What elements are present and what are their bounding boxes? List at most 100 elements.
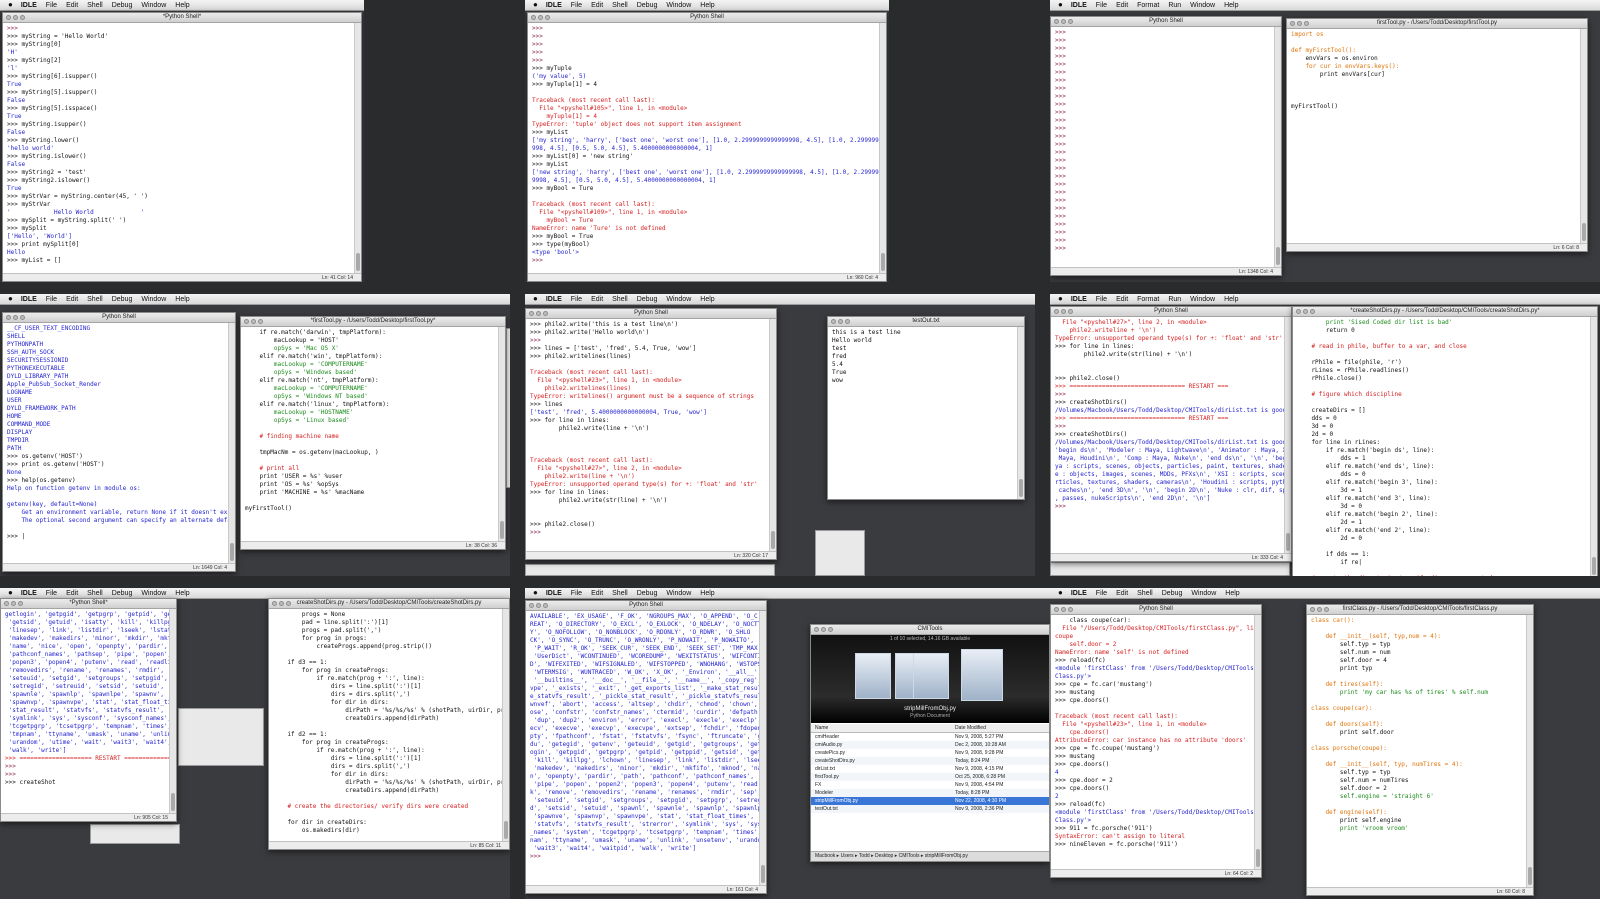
menu-app-name[interactable]: IDLE — [1071, 295, 1087, 304]
minimize-button[interactable] — [1317, 607, 1322, 612]
close-button[interactable] — [1054, 607, 1059, 612]
editor-text[interactable]: class coupe(car): File "/Users/Todd/Desk… — [1051, 615, 1261, 869]
close-button[interactable] — [6, 315, 11, 320]
file-row[interactable]: createShotDirs.py Today, 8:24 PM — [811, 757, 1049, 765]
scrollbar-thumb[interactable] — [504, 821, 508, 839]
scrollbar-thumb[interactable] — [1019, 479, 1023, 497]
editor-text[interactable]: >>> >>> >>> >>> >>> >>> >>> >>> >>> >>> … — [1051, 27, 1281, 267]
minimize-button[interactable] — [536, 603, 541, 608]
zoom-button[interactable] — [845, 319, 850, 324]
minimize-button[interactable] — [1061, 309, 1066, 314]
zoom-button[interactable] — [1068, 19, 1073, 24]
vertical-scrollbar[interactable] — [1254, 615, 1261, 869]
menu-item-window[interactable]: Window — [141, 1, 166, 10]
vertical-scrollbar[interactable] — [169, 609, 176, 813]
minimize-button[interactable] — [1303, 309, 1308, 314]
zoom-button[interactable] — [1068, 309, 1073, 314]
menu-item-help[interactable]: Help — [1224, 1, 1238, 10]
file-row[interactable]: firstTool.py Oct 25, 2008, 6:28 PM — [811, 773, 1049, 781]
editor-text[interactable]: class car(): def __init__(self, typ,num … — [1307, 615, 1533, 887]
menu-item-edit[interactable]: Edit — [591, 1, 603, 10]
zoom-button[interactable] — [543, 311, 548, 316]
menu-item-window[interactable]: Window — [1190, 295, 1215, 304]
menu-item-file[interactable]: File — [1096, 589, 1107, 598]
close-button[interactable] — [272, 601, 277, 606]
file-row[interactable]: dirList.txt Nov 9, 2008, 4:15 PM — [811, 765, 1049, 773]
zoom-button[interactable] — [20, 315, 25, 320]
apple-menu-icon[interactable]: ● — [533, 588, 538, 598]
menu-item-edit[interactable]: Edit — [1116, 589, 1128, 598]
file-row[interactable]: cmiAudio.py Dec 2, 2008, 10:28 AM — [811, 741, 1049, 749]
menu-item-debug[interactable]: Debug — [112, 295, 133, 304]
path-segment[interactable]: Todd — [859, 853, 870, 859]
scrollbar-thumb[interactable] — [1592, 557, 1596, 575]
menu-item-shell[interactable]: Shell — [1137, 589, 1153, 598]
file-row[interactable]: FX Nov 9, 2008, 4:54 PM — [811, 781, 1049, 789]
menu-item-edit[interactable]: Edit — [1116, 1, 1128, 10]
apple-menu-icon[interactable]: ● — [1058, 0, 1063, 10]
window-title-bar[interactable]: createShotDirs.py - /Users/Todd/Desktop/… — [269, 599, 509, 609]
editor-text[interactable]: >>> >>> >>> >>> >>> >>> myTuple ('my valu… — [528, 23, 886, 273]
document-thumbnail[interactable] — [913, 653, 949, 699]
menu-item-help[interactable]: Help — [700, 589, 714, 598]
menu-item-file[interactable]: File — [46, 295, 57, 304]
editor-text[interactable]: >>> >>> myString = 'Hello World' >>> mySt… — [3, 23, 361, 273]
window-title-bar[interactable]: Python Shell — [1051, 605, 1261, 615]
minimize-button[interactable] — [1061, 19, 1066, 24]
close-button[interactable] — [531, 15, 536, 20]
path-segment[interactable]: Macbook — [815, 853, 835, 859]
close-button[interactable] — [529, 603, 534, 608]
cover-flow-preview[interactable]: 1 of 10 selected, 14.16 GB available stri… — [811, 635, 1049, 723]
minimize-button[interactable] — [536, 311, 541, 316]
apple-menu-icon[interactable]: ● — [1058, 588, 1063, 598]
menu-item-debug[interactable]: Debug — [1162, 589, 1183, 598]
menu-item-debug[interactable]: Debug — [637, 295, 658, 304]
editor-text[interactable]: AVAILABLE', 'EX_USAGE', 'F_OK', 'NGROUPS… — [526, 611, 766, 885]
close-button[interactable] — [1310, 607, 1315, 612]
scrollbar-thumb[interactable] — [230, 543, 234, 561]
close-button[interactable] — [814, 627, 819, 632]
menu-app-name[interactable]: IDLE — [21, 1, 37, 10]
menu-item-edit[interactable]: Edit — [66, 295, 78, 304]
file-row[interactable]: createPics.py Nov 9, 2008, 9:28 PM — [811, 749, 1049, 757]
vertical-scrollbar[interactable] — [879, 23, 886, 273]
menu-app-name[interactable]: IDLE — [21, 295, 37, 304]
menu-item-file[interactable]: File — [1096, 1, 1107, 10]
menu-item-format[interactable]: Format — [1137, 295, 1159, 304]
window-title-bar[interactable]: Python Shell — [3, 313, 235, 323]
menu-item-help[interactable]: Help — [175, 295, 189, 304]
editor-text[interactable]: import os def myFirstTool(): envVars = o… — [1287, 29, 1587, 243]
minimize-button[interactable] — [13, 315, 18, 320]
menu-item-help[interactable]: Help — [1224, 295, 1238, 304]
scrollbar-thumb[interactable] — [500, 521, 504, 539]
menu-app-name[interactable]: IDLE — [1071, 1, 1087, 10]
window-title-bar[interactable]: Python Shell — [526, 309, 776, 319]
vertical-scrollbar[interactable] — [1017, 327, 1024, 499]
window-title-bar[interactable]: *Python Shell* — [1, 599, 176, 609]
zoom-button[interactable] — [1324, 607, 1329, 612]
minimize-button[interactable] — [251, 319, 256, 324]
scrollbar-thumb[interactable] — [1256, 849, 1260, 867]
zoom-button[interactable] — [543, 603, 548, 608]
zoom-button[interactable] — [286, 601, 291, 606]
minimize-button[interactable] — [538, 15, 543, 20]
editor-text[interactable]: __CF_USER_TEXT_ENCODING SHELL PYTHONPATH SS… — [3, 323, 235, 563]
column-header[interactable]: Name — [815, 724, 955, 732]
zoom-button[interactable] — [258, 319, 263, 324]
menu-app-name[interactable]: IDLE — [546, 589, 562, 598]
document-thumbnail[interactable] — [855, 653, 891, 699]
close-button[interactable] — [6, 15, 11, 20]
scrollbar-thumb[interactable] — [356, 253, 360, 271]
menu-item-edit[interactable]: Edit — [66, 1, 78, 10]
editor-text[interactable]: progs = None pad = line.split(':')[1] pr… — [269, 609, 509, 841]
menu-item-window[interactable]: Window — [666, 1, 691, 10]
vertical-scrollbar[interactable] — [1274, 27, 1281, 267]
vertical-scrollbar[interactable] — [1590, 317, 1597, 576]
window-title-bar[interactable]: Python Shell — [1051, 17, 1281, 27]
apple-menu-icon[interactable]: ● — [8, 294, 13, 304]
close-button[interactable] — [1290, 21, 1295, 26]
path-segment[interactable]: Users — [841, 853, 854, 859]
editor-text[interactable]: >>> phile2.write('this is a test line\n'… — [526, 319, 776, 551]
close-button[interactable] — [244, 319, 249, 324]
scrollbar-thumb[interactable] — [771, 531, 775, 549]
